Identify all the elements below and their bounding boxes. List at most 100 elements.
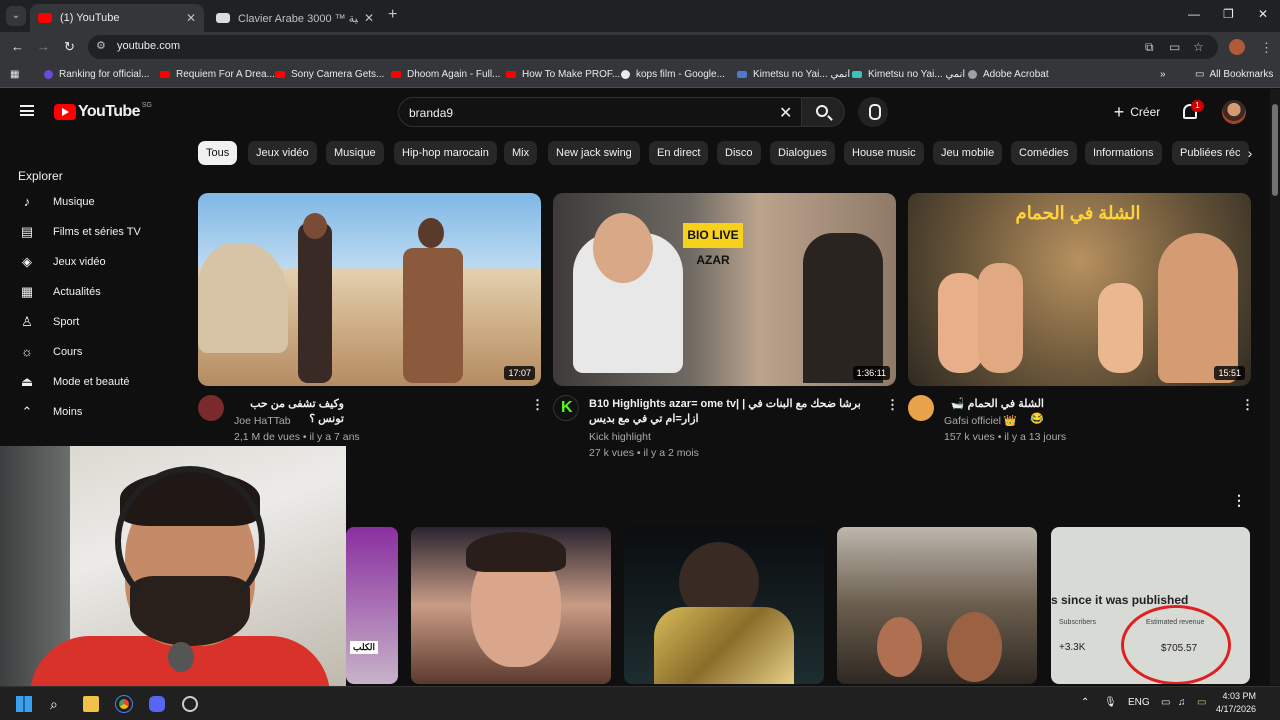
channel-avatar[interactable] [198,395,224,421]
address-bar[interactable]: ⚙ youtube.com [88,35,1218,59]
sidebar-item-moins[interactable]: ⌃ Moins [0,398,176,426]
more-bookmarks-icon[interactable]: » [1160,69,1166,80]
minimize-icon[interactable]: — [1188,7,1200,21]
battery-icon[interactable]: ▭ [1197,697,1206,708]
voice-search-button[interactable] [858,97,888,127]
chip[interactable]: Hip-hop marocain [394,141,497,165]
all-bookmarks[interactable]: ▭ All Bookmarks [1195,69,1273,80]
sidebar-item-jeux-video[interactable]: ◈ Jeux vidéo [0,248,176,276]
apps-icon[interactable]: ▦ [10,69,19,80]
folder-icon: ▭ [1195,69,1205,80]
tab-youtube[interactable]: (1) YouTube ✕ [30,4,204,32]
microphone-icon[interactable]: 🎙 [1104,697,1117,708]
close-tab-icon[interactable]: ✕ [186,11,196,25]
bookmark-item[interactable]: Ranking for official... [44,69,149,80]
video-thumbnail[interactable]: BIO LIVE AZAR 1:36:11 [553,193,896,386]
restore-icon[interactable]: ❐ [1223,7,1234,21]
browser-menu-icon[interactable]: ⋮ [1260,40,1273,56]
section-menu-icon[interactable]: ⋮ [1232,492,1246,509]
chip[interactable]: Dialogues [770,141,835,165]
bookmark-item[interactable]: kops film - Google... [621,69,725,80]
install-app-icon[interactable]: ▭ [1169,40,1180,54]
video-thumbnail[interactable]: الشلة في الحمام 15:51 [908,193,1251,386]
channel-avatar[interactable]: K [553,395,579,421]
short-thumbnail[interactable] [411,527,611,684]
bookmark-item[interactable]: Sony Camera Gets... [275,69,384,80]
chip[interactable]: Mix [504,141,538,165]
video-title[interactable]: B10 Highlights azar= ome tv| | برشا ضحك … [589,397,864,427]
search-button[interactable] [801,97,845,127]
short-thumbnail[interactable]: الكلب [346,527,398,684]
window-close-icon[interactable]: ✕ [1258,7,1268,21]
chip[interactable]: Informations [1085,141,1162,165]
translate-icon[interactable]: ⧉ [1145,40,1154,55]
bookmark-item[interactable]: Dhoom Again - Full... [391,69,500,80]
channel-avatar[interactable] [908,395,934,421]
tray-overflow-icon[interactable]: ⌃ [1081,697,1089,708]
channel-name[interactable]: Joe HaTTab [234,413,291,429]
bookmark-item[interactable]: Kimetsu no Yai... انمي [852,69,965,80]
youtube-logo[interactable]: YouTube SG [54,102,152,121]
short-thumbnail[interactable]: s since it was published Subscribers +3.… [1051,527,1250,684]
chrome-icon[interactable] [115,695,133,713]
bookmark-item[interactable]: Requiem For A Drea... [160,69,275,80]
video-thumbnail[interactable]: 17:07 [198,193,541,386]
chips-next-icon[interactable]: › [1238,141,1262,165]
tab-clavier[interactable]: Clavier Arabe 3000 ™ لوحة بالعربية ✕ [208,4,382,32]
chip[interactable]: Jeux vidéo [248,141,317,165]
profile-avatar[interactable] [1229,39,1245,55]
volume-icon[interactable]: ♫ [1178,697,1186,708]
bookmark-item[interactable]: Kimetsu no Yai... انمي [737,69,850,80]
sidebar-item-actualites[interactable]: ▦ Actualités [0,278,176,306]
chip[interactable]: En direct [649,141,709,165]
bookmark-item[interactable]: Adobe Acrobat [968,69,1049,80]
windows-start-icon[interactable] [16,696,32,712]
discord-icon[interactable] [149,696,165,712]
youtube-favicon-icon [38,13,52,23]
video-menu-icon[interactable]: ⋮ [531,397,544,413]
video-menu-icon[interactable]: ⋮ [1241,397,1254,413]
reload-icon[interactable]: ↻ [64,39,75,55]
chip[interactable]: Jeu mobile [933,141,1003,165]
chip[interactable]: New jack swing [548,141,640,165]
clear-search-icon[interactable]: ✕ [779,103,792,123]
back-icon[interactable]: ← [11,39,24,54]
site-info-icon[interactable]: ⚙ [96,39,106,52]
sidebar-heading: Explorer [18,169,63,183]
search-icon[interactable]: ⌕ [50,696,66,712]
hamburger-menu-icon[interactable] [20,105,34,116]
monitor-icon[interactable]: ▭ [1161,697,1170,708]
sidebar-item-sport[interactable]: ♙ Sport [0,308,176,336]
language-indicator[interactable]: ENG [1128,697,1150,708]
close-tab-icon[interactable]: ✕ [364,11,374,25]
file-explorer-icon[interactable] [83,696,99,712]
sidebar-item-musique[interactable]: ♪ Musique [0,188,176,216]
video-metadata: 27 k vues • il y a 2 mois [589,447,699,459]
bookmark-label: Ranking for official... [59,69,150,80]
chip-tous[interactable]: Tous [198,141,238,165]
channel-name[interactable]: Gafsi officiel 👑 [944,413,1017,429]
search-box[interactable]: branda9 ✕ [398,97,802,127]
app-icon[interactable] [182,696,198,712]
channel-name[interactable]: Kick highlight [589,429,651,445]
chip[interactable]: Musique [326,141,384,165]
bookmark-star-icon[interactable]: ☆ [1193,40,1204,54]
tab-search-button[interactable]: ⌄ [6,6,26,26]
chip[interactable]: Comédies [1011,141,1077,165]
short-thumbnail[interactable] [837,527,1037,684]
avatar[interactable] [1222,100,1246,124]
search-input[interactable]: branda9 [409,106,453,120]
new-tab-button[interactable]: + [388,6,397,24]
sidebar-item-cours[interactable]: ☼ Cours [0,338,176,366]
chip[interactable]: House music [844,141,924,165]
taskbar-clock[interactable]: 4:03 PM 4/17/2026 [1216,690,1256,716]
sidebar-item-films[interactable]: ▤ Films et séries TV [0,218,176,246]
sidebar-item-mode[interactable]: ⏏ Mode et beauté [0,368,176,396]
video-menu-icon[interactable]: ⋮ [886,397,899,413]
forward-icon[interactable]: → [37,39,50,54]
create-button[interactable]: + Créer [1104,97,1170,127]
bookmark-item[interactable]: How To Make PROF... [506,69,620,80]
scrollbar-thumb[interactable] [1272,104,1278,196]
short-thumbnail[interactable] [624,527,824,684]
chip[interactable]: Disco [717,141,761,165]
